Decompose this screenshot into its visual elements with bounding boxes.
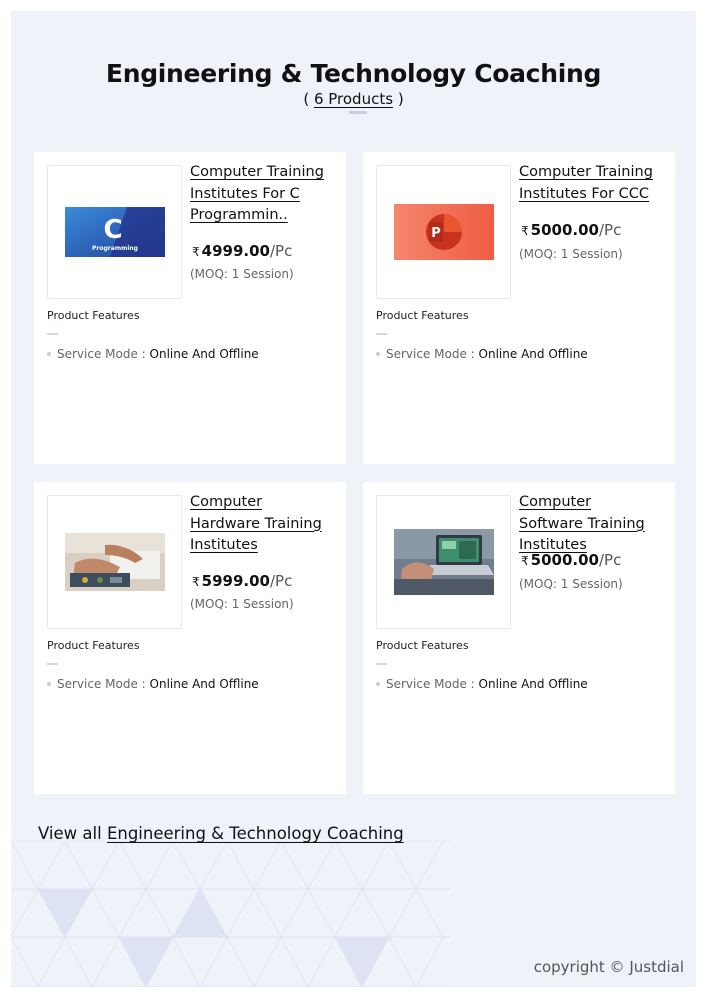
bullet-icon <box>376 351 380 356</box>
copyright-text: copyright © Justdial <box>533 958 684 976</box>
view-all-line: View all Engineering & Technology Coachi… <box>38 824 404 843</box>
bullet-icon <box>47 351 51 356</box>
powerpoint-logo-icon: P <box>393 204 494 260</box>
product-card: Computer Hardware Training Institutes ₹5… <box>34 482 346 794</box>
product-moq: (MOQ: 1 Session) <box>190 597 294 611</box>
price-amount: 5999.00 <box>201 572 270 590</box>
svg-text:Programming: Programming <box>92 245 138 252</box>
features-divider <box>376 333 387 335</box>
rupee-icon: ₹ <box>521 554 529 568</box>
feature-key: Service Mode : <box>57 677 146 691</box>
product-card: C Programming Computer Training Institut… <box>34 152 346 464</box>
features-divider <box>47 663 58 665</box>
features-label: Product Features <box>376 309 469 322</box>
software-photo-icon <box>393 529 494 595</box>
product-price: ₹5999.00/Pc <box>192 572 292 590</box>
feature-value: Online And Offline <box>478 677 588 691</box>
feature-key: Service Mode : <box>57 347 146 361</box>
rupee-icon: ₹ <box>192 575 200 589</box>
price-unit: /Pc <box>598 551 622 569</box>
feature-value: Online And Offline <box>478 347 588 361</box>
product-moq: (MOQ: 1 Session) <box>519 247 623 261</box>
features-divider <box>376 663 387 665</box>
feature-key: Service Mode : <box>386 677 475 691</box>
product-image[interactable] <box>376 495 511 629</box>
price-unit: /Pc <box>269 572 293 590</box>
title-divider <box>349 111 367 114</box>
feature-key: Service Mode : <box>386 347 475 361</box>
product-name-link[interactable]: Computer Training Institutes For C Progr… <box>190 162 330 227</box>
price-unit: /Pc <box>598 221 622 239</box>
product-moq: (MOQ: 1 Session) <box>190 267 294 281</box>
feature-value: Online And Offline <box>149 347 259 361</box>
product-price: ₹4999.00/Pc <box>192 242 292 260</box>
features-divider <box>47 333 58 335</box>
product-price: ₹5000.00/Pc <box>521 221 621 239</box>
feature-item: Service Mode : Online And Offline <box>47 677 259 691</box>
rupee-icon: ₹ <box>521 224 529 238</box>
product-name-link[interactable]: Computer Hardware Training Institutes <box>190 492 330 557</box>
product-name-link[interactable]: Computer Software Training Institutes <box>519 492 659 557</box>
product-moq: (MOQ: 1 Session) <box>519 577 623 591</box>
features-label: Product Features <box>47 639 140 652</box>
view-all-prefix: View all <box>38 824 107 843</box>
price-unit: /Pc <box>269 242 293 260</box>
page-title: Engineering & Technology Coaching <box>105 59 602 88</box>
product-count: ( 6 Products ) <box>11 90 696 108</box>
product-image[interactable]: C Programming <box>47 165 182 299</box>
svg-text:P: P <box>431 226 441 241</box>
price-amount: 4999.00 <box>201 242 270 260</box>
feature-item: Service Mode : Online And Offline <box>376 347 588 361</box>
feature-value: Online And Offline <box>149 677 259 691</box>
price-amount: 5000.00 <box>530 551 599 569</box>
rupee-icon: ₹ <box>192 245 200 259</box>
product-price: ₹5000.00/Pc <box>521 551 621 569</box>
feature-item: Service Mode : Online And Offline <box>376 677 588 691</box>
catalog-page: Engineering & Technology Coaching ( 6 Pr… <box>11 11 696 987</box>
product-card: Computer Software Training Institutes ₹5… <box>363 482 675 794</box>
background-triangle-pattern <box>11 841 451 987</box>
product-image[interactable] <box>47 495 182 629</box>
svg-text:C: C <box>103 215 122 245</box>
hardware-photo-icon <box>64 533 165 591</box>
product-card: P Computer Training Institutes For CCC ₹… <box>363 152 675 464</box>
subtitle-close-paren: ) <box>393 90 404 108</box>
price-amount: 5000.00 <box>530 221 599 239</box>
product-count-link[interactable]: 6 Products <box>314 90 393 108</box>
feature-item: Service Mode : Online And Offline <box>47 347 259 361</box>
features-label: Product Features <box>47 309 140 322</box>
subtitle-open-paren: ( <box>303 90 314 108</box>
c-programming-logo-icon: C Programming <box>64 207 165 257</box>
view-all-link[interactable]: Engineering & Technology Coaching <box>107 824 404 843</box>
product-name-link[interactable]: Computer Training Institutes For CCC <box>519 162 659 205</box>
bullet-icon <box>376 681 380 686</box>
features-label: Product Features <box>376 639 469 652</box>
product-image[interactable]: P <box>376 165 511 299</box>
bullet-icon <box>47 681 51 686</box>
